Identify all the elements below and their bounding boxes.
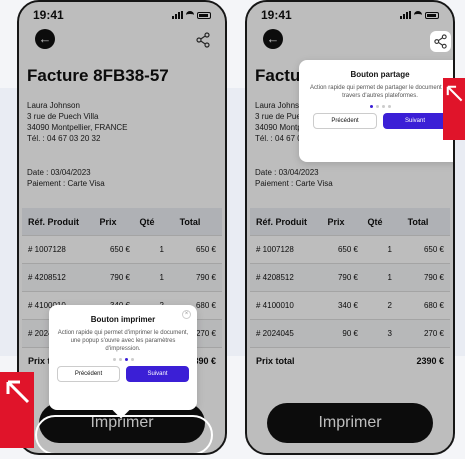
next-button[interactable]: Suivant (126, 366, 189, 382)
popup-title: Bouton partage (350, 70, 410, 79)
print-button-highlight (35, 415, 213, 453)
previous-button[interactable]: Précédent (57, 366, 121, 382)
close-icon[interactable]: × (182, 310, 191, 319)
phone-print-screen: 19:41 ← Facture 8FB38-57 Laura Johnson 3… (17, 0, 227, 455)
popup-description: Action rapide qui permet de partager le … (309, 85, 451, 99)
popup-description: Action rapide qui permet d'imprimer le d… (57, 330, 189, 352)
previous-button[interactable]: Précédent (313, 113, 377, 129)
red-arrow-marker (443, 78, 465, 140)
share-icon (434, 34, 447, 49)
step-indicator (307, 105, 453, 108)
red-arrow-marker (0, 372, 34, 448)
next-button[interactable]: Suivant (383, 113, 447, 129)
onboarding-popup-share: Bouton partage Action rapide qui permet … (299, 60, 453, 162)
arrow-icon (6, 380, 30, 404)
arrow-icon (446, 85, 463, 102)
share-button-highlight[interactable] (430, 31, 451, 52)
phone-share-screen: 19:41 ← Facture 8FB38-57 Laura Johnson 3… (245, 0, 455, 455)
step-indicator (57, 358, 189, 361)
onboarding-popup-print: × Bouton imprimer Action rapide qui perm… (49, 305, 197, 419)
popup-title: Bouton imprimer (90, 315, 156, 324)
